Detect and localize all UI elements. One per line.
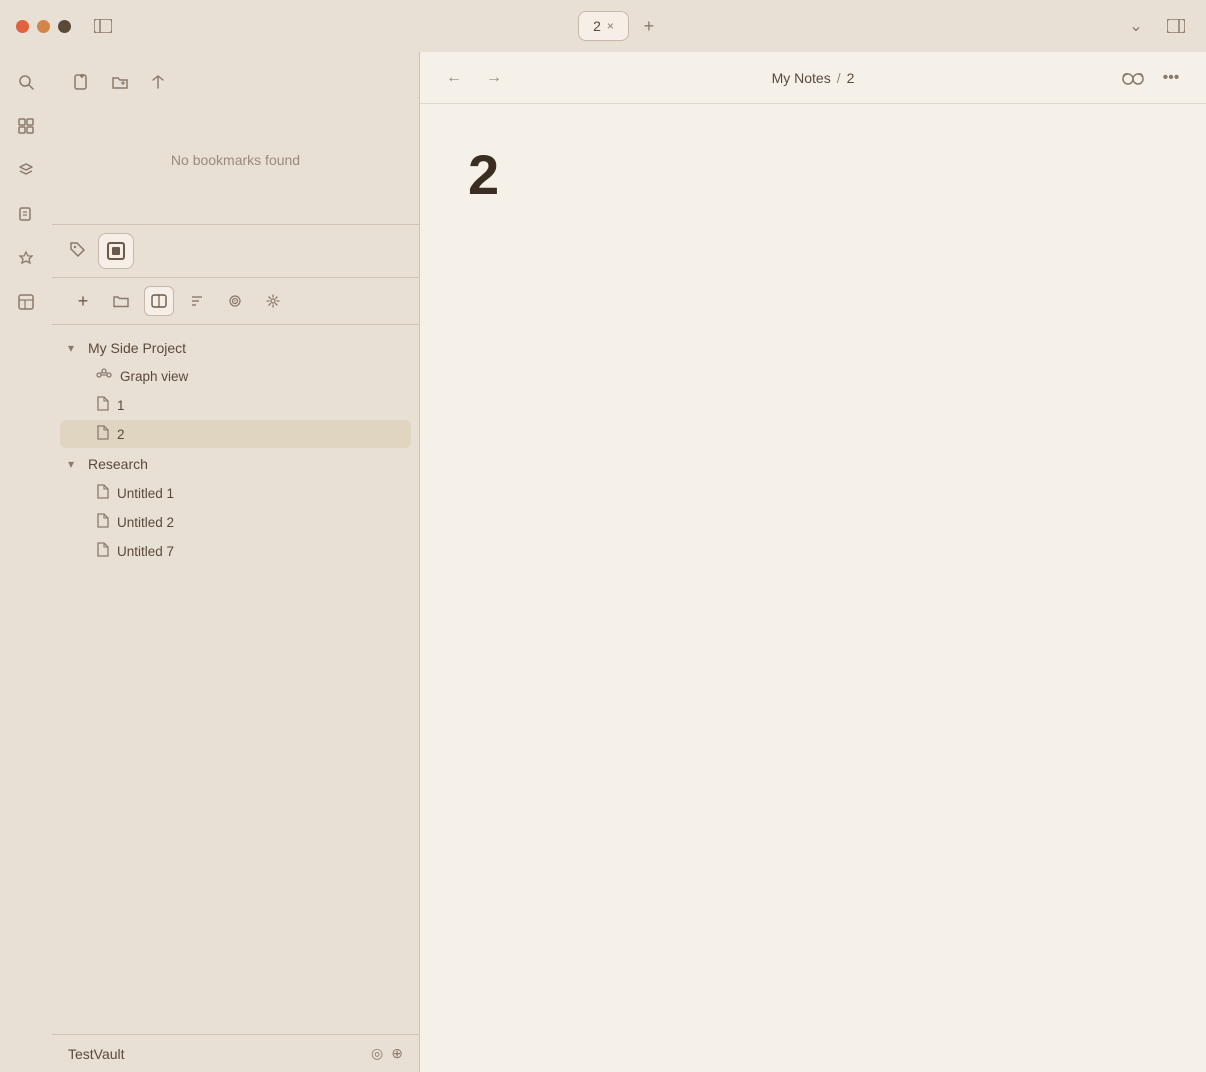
- section-research[interactable]: ▾ Research ✎: [52, 449, 419, 478]
- minimize-button[interactable]: [37, 20, 50, 33]
- new-note-icon-button[interactable]: [68, 68, 96, 96]
- file-tree: ▾ My Side Project ✎ Graph view: [52, 325, 419, 1034]
- file-icon: [96, 396, 109, 414]
- file-icon: [96, 542, 109, 560]
- sort-button[interactable]: [182, 286, 212, 316]
- content-header: ← → My Notes / 2 •••: [420, 52, 1206, 104]
- file-item-2[interactable]: 2: [60, 420, 411, 448]
- breadcrumb: My Notes / 2: [520, 70, 1106, 86]
- new-folder-button[interactable]: [106, 286, 136, 316]
- panel-files-tab[interactable]: [98, 233, 134, 269]
- new-tab-button[interactable]: +: [635, 12, 663, 40]
- sparkle-button[interactable]: [258, 286, 288, 316]
- collapse-icon-button[interactable]: [144, 68, 172, 96]
- grid-icon-button[interactable]: [8, 108, 44, 144]
- icon-rail: [0, 52, 52, 1072]
- vault-footer[interactable]: TestVault ◎ ⊕: [52, 1034, 419, 1072]
- bookmarks-toolbar: [68, 68, 403, 96]
- files-tab-inner: [112, 247, 120, 255]
- more-options-button[interactable]: •••: [1156, 63, 1186, 93]
- file-1-label: 1: [117, 398, 125, 413]
- glasses-icon-button[interactable]: [1118, 63, 1148, 93]
- bookmarks-area: No bookmarks found: [52, 52, 419, 225]
- file-item-untitled-1[interactable]: Untitled 1: [60, 479, 411, 507]
- file-2-label: 2: [117, 427, 125, 442]
- tab-close-button[interactable]: ×: [607, 19, 614, 33]
- sidebar-toggle-button[interactable]: [87, 10, 119, 42]
- chevron-down-icon: ▾: [68, 457, 82, 471]
- new-folder-icon-button[interactable]: [106, 68, 134, 96]
- close-button[interactable]: [16, 20, 29, 33]
- vault-settings-icon[interactable]: ◎: [371, 1045, 383, 1062]
- chevron-down-icon: ▾: [68, 341, 82, 355]
- section-name-research: Research: [88, 456, 385, 472]
- graph-icon: [96, 368, 112, 385]
- no-bookmarks-message: No bookmarks found: [68, 112, 403, 208]
- chevron-down-icon[interactable]: ⌄: [1122, 12, 1150, 40]
- left-panel: No bookmarks found +: [52, 52, 420, 1072]
- note-title[interactable]: 2: [468, 144, 1158, 206]
- file-untitled-2-label: Untitled 2: [117, 515, 174, 530]
- layout-toggle-button[interactable]: [1162, 12, 1190, 40]
- vault-add-icon[interactable]: ⊕: [391, 1045, 403, 1062]
- fullscreen-button[interactable]: [58, 20, 71, 33]
- vault-toolbar: +: [52, 278, 419, 325]
- two-column-view-button[interactable]: [144, 286, 174, 316]
- layout-icon-button[interactable]: [8, 284, 44, 320]
- forward-button[interactable]: →: [480, 64, 508, 92]
- traffic-lights: [16, 20, 71, 33]
- breadcrumb-parent[interactable]: My Notes: [772, 70, 831, 86]
- graph-view-label: Graph view: [120, 369, 188, 384]
- file-icon: [96, 425, 109, 443]
- breadcrumb-current: 2: [847, 70, 855, 86]
- layers-icon-button[interactable]: [8, 152, 44, 188]
- titlebar: 2 × + ⌄: [0, 0, 1206, 52]
- active-tab[interactable]: 2 ×: [578, 11, 629, 41]
- tab-label: 2: [593, 18, 601, 34]
- section-my-side-project[interactable]: ▾ My Side Project ✎: [52, 333, 419, 362]
- file-icon: [96, 484, 109, 502]
- main-content: No bookmarks found +: [0, 52, 1206, 1072]
- content-pane: ← → My Notes / 2 ••• 2: [420, 52, 1206, 1072]
- file-untitled-1-label: Untitled 1: [117, 486, 174, 501]
- file-item-untitled-2[interactable]: Untitled 2: [60, 508, 411, 536]
- file-item-1[interactable]: 1: [60, 391, 411, 419]
- content-header-right: •••: [1118, 63, 1186, 93]
- new-file-button[interactable]: +: [68, 286, 98, 316]
- file-item-untitled-7[interactable]: Untitled 7: [60, 537, 411, 565]
- files-tab-icon: [107, 242, 125, 260]
- plugins-icon-button[interactable]: [8, 240, 44, 276]
- breadcrumb-separator: /: [837, 70, 841, 86]
- vault-name: TestVault: [68, 1046, 125, 1062]
- tags-icon-button[interactable]: [68, 240, 86, 263]
- target-button[interactable]: [220, 286, 250, 316]
- back-button[interactable]: ←: [440, 64, 468, 92]
- file-untitled-7-label: Untitled 7: [117, 544, 174, 559]
- vault-footer-icons: ◎ ⊕: [371, 1045, 403, 1062]
- graph-view-item[interactable]: Graph view: [60, 363, 411, 390]
- titlebar-right: ⌄: [1122, 12, 1190, 40]
- file-icon: [96, 513, 109, 531]
- pages-icon-button[interactable]: [8, 196, 44, 232]
- panel-tab-row: [52, 225, 419, 278]
- section-name-my-side-project: My Side Project: [88, 340, 385, 356]
- search-icon-button[interactable]: [8, 64, 44, 100]
- content-body: 2: [420, 104, 1206, 1072]
